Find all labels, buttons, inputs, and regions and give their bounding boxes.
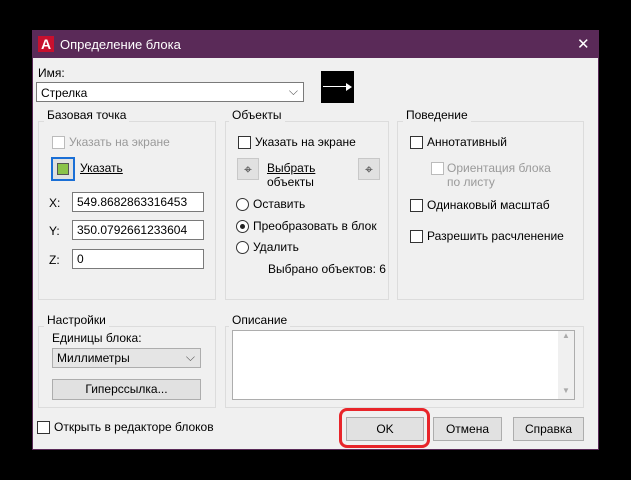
block-preview [321, 71, 354, 103]
z-label: Z: [49, 253, 60, 267]
orient-to-layout-checkbox[interactable] [431, 162, 444, 175]
orient-to-layout-label: Ориентация блока по листу [447, 161, 551, 189]
z-input[interactable]: 0 [72, 249, 204, 269]
uniform-scale-checkbox[interactable] [410, 199, 423, 212]
ok-button[interactable]: OK [346, 417, 424, 441]
base-specify-on-screen-checkbox[interactable] [52, 136, 65, 149]
base-specify-on-screen-label: Указать на экране [69, 135, 170, 149]
allow-explode-label: Разрешить расчленение [427, 229, 564, 243]
pick-point-icon [57, 163, 69, 175]
allow-explode-checkbox[interactable] [410, 230, 423, 243]
selected-count: Выбрано объектов: 6 [268, 262, 386, 276]
chevron-down-icon: ⌵ [288, 84, 298, 98]
cancel-button[interactable]: Отмена [433, 417, 502, 441]
retain-radio[interactable] [236, 198, 249, 211]
pick-point-text: Указать [80, 161, 123, 175]
pick-point-label: Указать [80, 161, 123, 175]
crosshair-icon: ⌖ [244, 161, 252, 177]
quick-select-button[interactable]: ⌖ [358, 158, 380, 180]
behavior-legend: Поведение [403, 108, 471, 122]
description-legend: Описание [229, 313, 291, 327]
objects-specify-on-screen-label: Указать на экране [255, 135, 356, 149]
description-textarea[interactable] [232, 330, 575, 400]
y-input[interactable]: 350.0792661233604 [72, 220, 204, 240]
annotative-label: Аннотативный [427, 135, 507, 149]
uniform-scale-label: Одинаковый масштаб [427, 198, 550, 212]
select-objects-button[interactable]: ⌖ [237, 158, 259, 180]
x-input[interactable]: 549.8682863316453 [72, 192, 204, 212]
base-point-legend: Базовая точка [44, 108, 130, 122]
window-title: Определение блока [60, 37, 181, 52]
select-objects-line2: объекты [267, 175, 314, 189]
x-label: X: [49, 196, 61, 210]
objects-specify-on-screen-checkbox[interactable] [238, 136, 251, 149]
title-bar: A Определение блока ✕ [32, 30, 599, 58]
objects-legend: Объекты [229, 108, 285, 122]
name-label: Имя: [38, 66, 65, 80]
delete-label: Удалить [253, 240, 299, 254]
description-scrollbar[interactable]: ▲ ▼ [558, 331, 574, 399]
close-icon[interactable]: ✕ [577, 35, 590, 53]
convert-label: Преобразовать в блок [253, 219, 377, 233]
settings-legend: Настройки [44, 313, 109, 327]
pick-point-button[interactable] [51, 157, 75, 181]
help-button[interactable]: Справка [513, 417, 584, 441]
open-in-editor-checkbox[interactable] [37, 421, 50, 434]
units-value: Миллиметры [57, 351, 130, 365]
hyperlink-button[interactable]: Гиперссылка... [52, 379, 201, 400]
convert-radio[interactable] [236, 220, 249, 233]
autocad-logo-icon: A [38, 36, 54, 52]
select-objects-label: Выбрать объекты [267, 161, 315, 189]
delete-radio[interactable] [236, 241, 249, 254]
units-label: Единицы блока: [52, 331, 142, 345]
units-dropdown[interactable]: Миллиметры ⌵ [52, 348, 201, 368]
name-value: Стрелка [41, 86, 88, 100]
orient-line2: по листу [447, 175, 495, 189]
quick-select-icon: ⌖ [365, 161, 373, 177]
open-in-editor-label: Открыть в редакторе блоков [54, 420, 214, 434]
retain-label: Оставить [253, 197, 306, 211]
orient-line1: Ориентация блока [447, 161, 551, 175]
select-objects-line1: Выбрать [267, 161, 316, 175]
chevron-down-icon: ⌵ [185, 350, 195, 364]
annotative-checkbox[interactable] [410, 136, 423, 149]
name-combobox[interactable]: Стрелка ⌵ [36, 82, 304, 102]
y-label: Y: [49, 224, 60, 238]
